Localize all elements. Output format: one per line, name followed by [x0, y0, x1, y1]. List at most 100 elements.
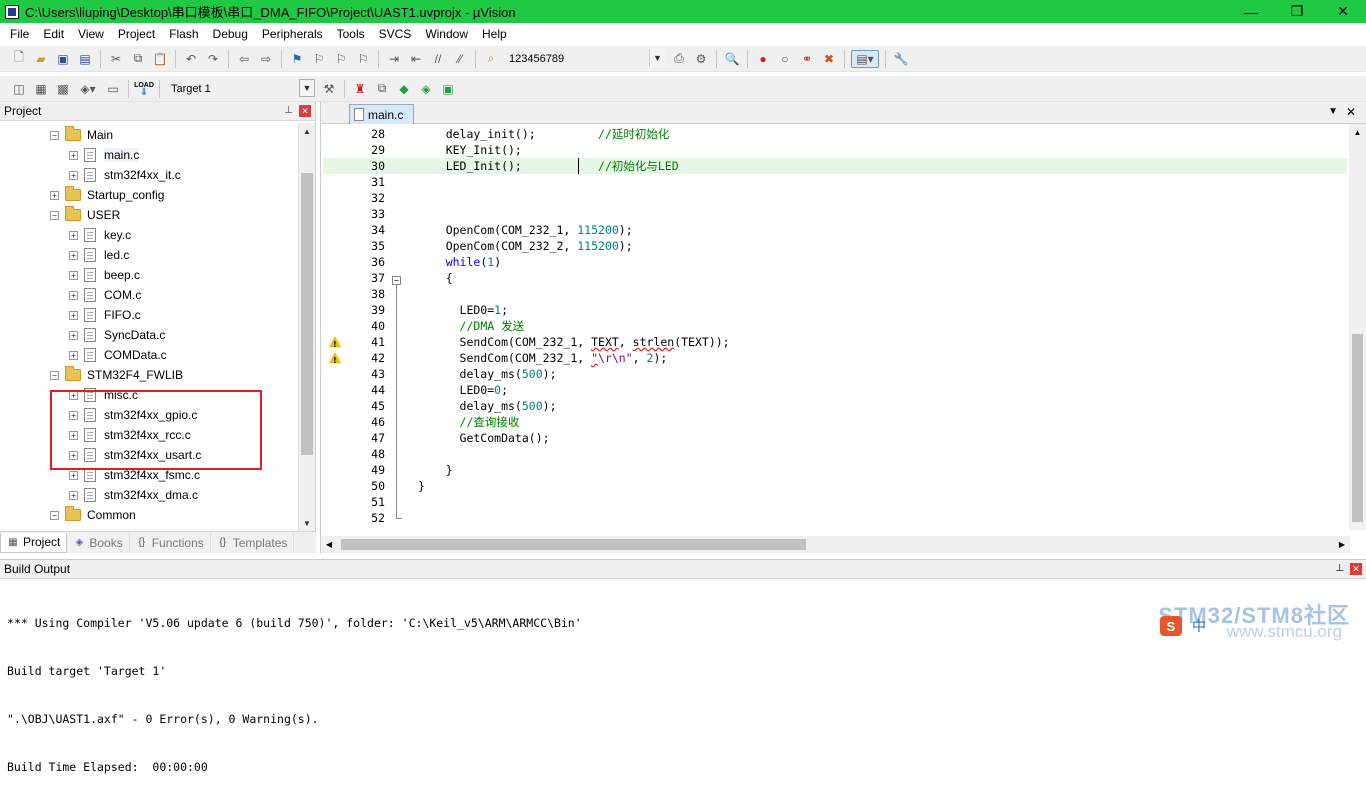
bookmark-clear-icon[interactable]: ⚐: [354, 50, 372, 68]
menu-help[interactable]: Help: [475, 27, 514, 41]
select-packs-icon[interactable]: ◈: [417, 80, 435, 98]
manage-project-items-icon[interactable]: ♜: [351, 80, 369, 98]
menu-svcs[interactable]: SVCS: [372, 27, 419, 41]
tree-file[interactable]: + COM.c: [69, 285, 141, 305]
paste-icon[interactable]: 📋: [151, 50, 169, 68]
code-line[interactable]: 48: [323, 446, 1347, 462]
expand-icon[interactable]: +: [69, 330, 78, 340]
collapse-icon[interactable]: −: [50, 210, 59, 220]
build-icon[interactable]: ▦: [32, 80, 50, 98]
stop-build-icon[interactable]: ▭: [104, 80, 122, 98]
unindent-icon[interactable]: ⇤: [407, 50, 425, 68]
target-options-icon[interactable]: ⚒: [320, 80, 338, 98]
code-line[interactable]: 37 {: [323, 270, 1347, 286]
collapse-icon[interactable]: −: [50, 510, 59, 520]
nav-back-icon[interactable]: ⇦: [235, 50, 253, 68]
bookmark-next-icon[interactable]: ⚐: [332, 50, 350, 68]
uncomment-icon[interactable]: ⁄⁄: [451, 50, 469, 68]
code-line[interactable]: 38: [323, 286, 1347, 302]
scroll-thumb[interactable]: [341, 539, 806, 550]
code-line[interactable]: 32: [323, 190, 1347, 206]
new-file-icon[interactable]: 🗋: [10, 50, 28, 68]
ime-status-icon[interactable]: S: [1160, 616, 1182, 636]
code-line[interactable]: 35 OpenCom(COM_232_2, 115200);: [323, 238, 1347, 254]
scroll-thumb[interactable]: [301, 173, 313, 455]
editor-horizontal-scrollbar[interactable]: ◀ ▶: [321, 536, 1350, 553]
code-line[interactable]: 46 //查询接收: [323, 414, 1347, 430]
code-line[interactable]: 34 OpenCom(COM_232_1, 115200);: [323, 222, 1347, 238]
tree-file[interactable]: + beep.c: [69, 265, 140, 285]
code-line[interactable]: 28 delay_init(); //延时初始化: [323, 126, 1347, 142]
tree-file[interactable]: + COMData.c: [69, 345, 167, 365]
expand-icon[interactable]: +: [69, 350, 78, 360]
tab-project[interactable]: ▦ Project: [0, 532, 68, 553]
menu-window[interactable]: Window: [418, 27, 475, 41]
save-icon[interactable]: ▣: [54, 50, 72, 68]
chevron-down-icon[interactable]: ▼: [299, 78, 315, 97]
disable-breakpoint-icon[interactable]: ○: [776, 50, 794, 68]
expand-icon[interactable]: +: [69, 230, 78, 240]
menu-debug[interactable]: Debug: [206, 27, 255, 41]
debug-session-icon[interactable]: 🔍: [723, 50, 741, 68]
window-layout-icon[interactable]: ▤▾: [851, 49, 879, 68]
menu-file[interactable]: File: [3, 27, 36, 41]
insert-breakpoint-icon[interactable]: ●: [754, 50, 772, 68]
translate-icon[interactable]: ◫: [10, 80, 28, 98]
indent-icon[interactable]: ⇥: [385, 50, 403, 68]
comment-icon[interactable]: //: [429, 50, 447, 68]
code-line[interactable]: 49 }: [323, 462, 1347, 478]
close-tab-icon[interactable]: ✕: [1346, 105, 1356, 119]
code-line[interactable]: 42 SendCom(COM_232_1, "\r\n", 2);: [323, 350, 1347, 369]
code-line[interactable]: 50}: [323, 478, 1347, 494]
code-area[interactable]: − 28 delay_init(); //延时初始化 29 KEY_Init();…: [323, 126, 1347, 530]
expand-icon[interactable]: +: [69, 270, 78, 280]
restore-button[interactable]: ❐: [1274, 0, 1320, 23]
menu-tools[interactable]: Tools: [330, 27, 372, 41]
code-line[interactable]: 52: [323, 510, 1347, 526]
expand-icon[interactable]: +: [69, 250, 78, 260]
pin-icon[interactable]: ⊥: [284, 105, 293, 116]
expand-icon[interactable]: +: [69, 490, 78, 500]
tab-main-c[interactable]: main.c: [349, 104, 415, 124]
menu-view[interactable]: View: [71, 27, 111, 41]
find-in-files-icon[interactable]: ⌕: [482, 50, 500, 68]
expand-icon[interactable]: +: [69, 470, 78, 480]
undo-icon[interactable]: ↶: [182, 50, 200, 68]
ime-language-label[interactable]: 中: [1192, 616, 1206, 636]
tree-file[interactable]: + FIFO.c: [69, 305, 141, 325]
scroll-right-icon[interactable]: ▶: [1334, 536, 1350, 553]
menu-flash[interactable]: Flash: [162, 27, 205, 41]
incremental-find-icon[interactable]: ⚙: [692, 50, 710, 68]
code-line[interactable]: 39 LED0=1;: [323, 302, 1347, 318]
tree-folder[interactable]: − USER: [50, 205, 120, 225]
chevron-down-icon[interactable]: ▼: [649, 48, 665, 67]
find-combo[interactable]: 123456789 ▼: [505, 48, 665, 69]
scroll-up-icon[interactable]: ▲: [299, 123, 315, 139]
copy-icon[interactable]: ⧉: [129, 50, 147, 68]
collapse-icon[interactable]: −: [50, 130, 59, 140]
cut-icon[interactable]: ✂: [107, 50, 125, 68]
code-line[interactable]: 51: [323, 494, 1347, 510]
download-load-icon[interactable]: LOAD ⇓: [134, 80, 154, 98]
disable-all-breakpoints-icon[interactable]: ⚭: [798, 50, 816, 68]
menu-edit[interactable]: Edit: [36, 27, 71, 41]
code-line[interactable]: 40 //DMA 发送: [323, 318, 1347, 334]
expand-icon[interactable]: +: [69, 290, 78, 300]
tree-file[interactable]: + SyncData.c: [69, 325, 165, 345]
project-tree-scrollbar[interactable]: ▲ ▼: [298, 123, 315, 531]
code-line[interactable]: 29 KEY_Init();: [323, 142, 1347, 158]
pack-installer-icon[interactable]: ▣: [439, 80, 457, 98]
tab-functions[interactable]: {} Functions: [130, 532, 211, 553]
batch-build-icon[interactable]: ◈▾: [76, 80, 100, 98]
tab-templates[interactable]: {} Templates: [211, 532, 295, 553]
tree-folder[interactable]: − STM32F4_FWLIB: [50, 365, 183, 385]
expand-icon[interactable]: +: [69, 150, 78, 160]
pin-icon[interactable]: ⊥: [1335, 563, 1344, 574]
expand-icon[interactable]: +: [69, 170, 78, 180]
find-icon[interactable]: ⎙: [670, 50, 688, 68]
tree-file[interactable]: + stm32f4xx_dma.c: [69, 485, 198, 505]
manage-rte-icon[interactable]: ◆: [395, 80, 413, 98]
code-line[interactable]: 47 GetComData();: [323, 430, 1347, 446]
scroll-down-icon[interactable]: ▼: [299, 515, 315, 531]
code-line[interactable]: 41 SendCom(COM_232_1, TEXT, strlen(TEXT)…: [323, 334, 1347, 353]
